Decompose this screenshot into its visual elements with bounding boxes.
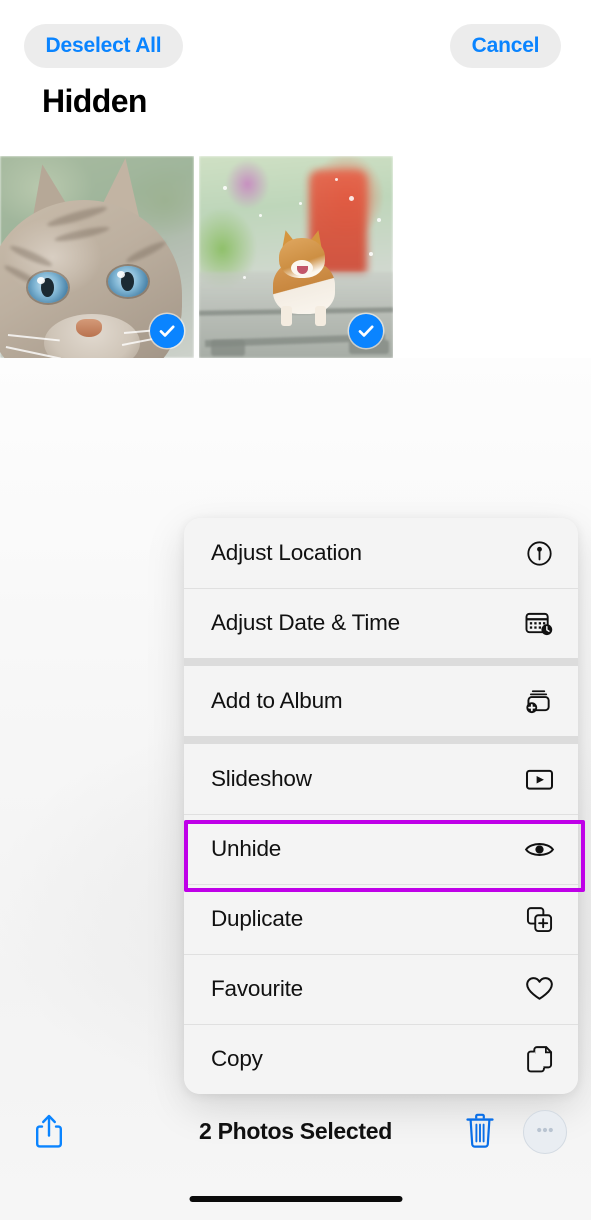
selection-status-label: 2 Photos Selected bbox=[198, 1118, 393, 1144]
menu-item-label: Favourite bbox=[211, 976, 303, 1001]
menu-item-label: Adjust Location bbox=[211, 540, 362, 565]
menu-item-label: Unhide bbox=[211, 836, 282, 861]
calendar-clock-icon bbox=[522, 606, 556, 640]
photo-selection-checkmark[interactable] bbox=[349, 314, 383, 348]
menu-item-label: Duplicate bbox=[211, 906, 304, 931]
menu-item-add-to-album[interactable]: Add to Album bbox=[184, 666, 578, 736]
trash-icon bbox=[465, 1113, 495, 1154]
eye-icon bbox=[522, 832, 556, 866]
menu-item-label: Copy bbox=[211, 1046, 263, 1071]
menu-item-label: Add to Album bbox=[211, 688, 343, 713]
photo-actions-context-menu: Adjust Location Adjust Date & Time Add t… bbox=[184, 518, 578, 1094]
page-title: Hidden bbox=[42, 83, 147, 119]
location-pin-circle-icon bbox=[522, 536, 556, 570]
menu-item-favourite[interactable]: Favourite bbox=[184, 954, 578, 1024]
photo-selection-checkmark[interactable] bbox=[150, 314, 184, 348]
menu-item-adjust-date-time[interactable]: Adjust Date & Time bbox=[184, 588, 578, 658]
photo-thumbnail-dog[interactable] bbox=[199, 156, 393, 358]
ellipsis-circle-icon bbox=[533, 1118, 557, 1147]
menu-group-actions: Slideshow Unhide Duplicate Favourite Cop… bbox=[184, 744, 578, 1094]
menu-item-adjust-location[interactable]: Adjust Location bbox=[184, 518, 578, 588]
delete-button[interactable] bbox=[458, 1108, 502, 1158]
menu-item-label: Slideshow bbox=[211, 766, 312, 791]
menu-separator bbox=[184, 736, 578, 744]
menu-item-unhide[interactable]: Unhide bbox=[184, 814, 578, 884]
cancel-button[interactable]: Cancel bbox=[450, 24, 561, 68]
photo-thumbnail-cat[interactable] bbox=[0, 156, 194, 358]
photo-grid bbox=[0, 156, 591, 358]
home-indicator bbox=[189, 1196, 402, 1202]
menu-item-slideshow[interactable]: Slideshow bbox=[184, 744, 578, 814]
more-options-button[interactable] bbox=[523, 1110, 567, 1154]
menu-item-label: Adjust Date & Time bbox=[211, 610, 400, 635]
play-rectangle-icon bbox=[522, 762, 556, 796]
copy-pages-icon bbox=[522, 1042, 556, 1076]
menu-item-duplicate[interactable]: Duplicate bbox=[184, 884, 578, 954]
top-bar: Deselect All Cancel bbox=[0, 0, 591, 90]
menu-separator bbox=[184, 658, 578, 666]
duplicate-plus-icon bbox=[522, 902, 556, 936]
menu-item-copy[interactable]: Copy bbox=[184, 1024, 578, 1094]
add-to-album-icon bbox=[522, 684, 556, 718]
menu-group-metadata: Adjust Location Adjust Date & Time bbox=[184, 518, 578, 658]
heart-icon bbox=[522, 972, 556, 1006]
deselect-all-button[interactable]: Deselect All bbox=[24, 24, 183, 68]
menu-group-album: Add to Album bbox=[184, 666, 578, 736]
bottom-toolbar: 2 Photos Selected bbox=[0, 1100, 591, 1166]
